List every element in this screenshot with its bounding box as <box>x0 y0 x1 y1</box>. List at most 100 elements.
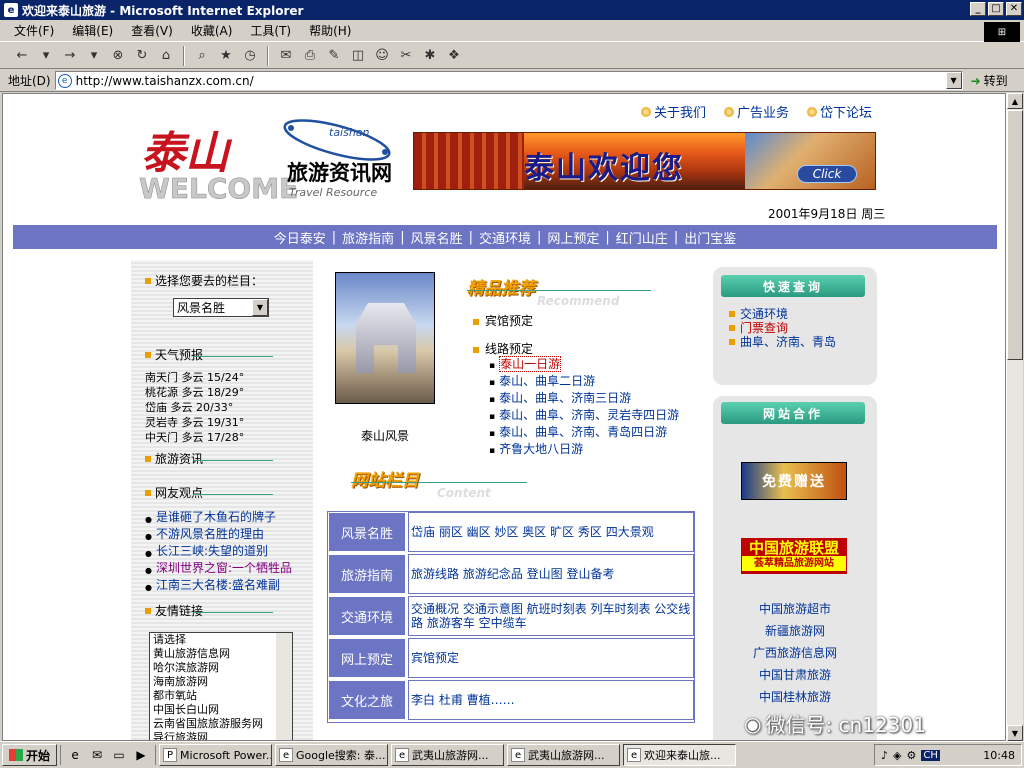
dropdown-icon[interactable]: ▾ <box>84 46 104 66</box>
task-google[interactable]: e Google搜索: 泰... <box>275 744 389 766</box>
list-item[interactable]: ● 不游风景名胜的理由 <box>145 527 311 544</box>
partner-link[interactable]: 新疆旅游网 <box>713 620 877 642</box>
forum-link[interactable]: 岱下论坛 <box>807 102 872 121</box>
address-input[interactable]: e http://www.taishanzx.com.cn/ ▼ <box>54 71 963 90</box>
start-button[interactable]: 开始 <box>2 744 58 766</box>
row-links[interactable]: 交通概况 交通示意图 航班时刻表 列车时刻表 公交线路 旅游客车 空中缆车 <box>408 596 694 636</box>
list-item[interactable]: ● 长江三峡:失望的道别 <box>145 544 311 561</box>
tool-icon[interactable]: ❖ <box>444 46 464 66</box>
route-link[interactable]: ▪ 泰山、曲阜、济南三日游 <box>473 391 679 408</box>
list-item[interactable]: ● 是谁砸了木鱼石的牌子 <box>145 510 311 527</box>
list-item[interactable]: 中国长白山网 <box>153 703 292 717</box>
about-us-link[interactable]: 关于我们 <box>641 102 706 121</box>
route-link[interactable]: ▪ 泰山、曲阜、济南、灵岩寺四日游 <box>473 408 679 425</box>
list-item[interactable]: 哈尔滨旅游网 <box>153 661 292 675</box>
go-button[interactable]: ➜ 转到 <box>971 72 1008 89</box>
desktop-icon[interactable]: ▭ <box>109 745 129 765</box>
forward-icon[interactable]: → <box>60 46 80 66</box>
task-powerpoint[interactable]: P Microsoft Power... <box>159 744 273 766</box>
free-gift-ad[interactable]: 免费赠送 <box>741 462 847 500</box>
list-item[interactable]: 请选择 <box>153 633 292 647</box>
advertising-link[interactable]: 广告业务 <box>724 102 789 121</box>
nav-travel-tips[interactable]: 出门宝鉴 <box>684 228 736 247</box>
search-icon[interactable]: ⌕ <box>192 46 212 66</box>
list-item[interactable]: ● 江南三大名楼:盛名难副 <box>145 578 311 595</box>
nav-transport[interactable]: 交通环境 <box>479 228 531 247</box>
row-label[interactable]: 旅游指南 <box>328 554 406 594</box>
row-links[interactable]: 李白 杜甫 曹植…… <box>408 680 694 720</box>
route-link[interactable]: ▪ 齐鲁大地八日游 <box>473 442 679 459</box>
listbox-scrollbar[interactable] <box>276 633 292 740</box>
list-item[interactable]: 导行旅游网 <box>153 731 292 740</box>
tool-icon[interactable]: ✱ <box>420 46 440 66</box>
row-label[interactable]: 风景名胜 <box>328 512 406 552</box>
ie-icon[interactable]: e <box>65 745 85 765</box>
history-icon[interactable]: ◷ <box>240 46 260 66</box>
tool-icon[interactable]: ✂ <box>396 46 416 66</box>
row-label[interactable]: 文化之旅 <box>328 680 406 720</box>
language-indicator[interactable]: CH <box>921 749 940 761</box>
nav-booking[interactable]: 网上预定 <box>547 228 599 247</box>
home-icon[interactable]: ⌂ <box>156 46 176 66</box>
nav-scenic[interactable]: 风景名胜 <box>411 228 463 247</box>
scroll-down-icon[interactable]: ▼ <box>1007 725 1023 741</box>
quick-link[interactable]: 门票查询 <box>729 321 836 335</box>
route-link[interactable]: ▪ 泰山、曲阜、济南、青岛四日游 <box>473 425 679 442</box>
favorites-icon[interactable]: ★ <box>216 46 236 66</box>
back-icon[interactable]: ← <box>12 46 32 66</box>
quick-link[interactable]: 交通环境 <box>729 307 836 321</box>
task-taishan[interactable]: e 欢迎来泰山旅... <box>623 744 737 766</box>
route-booking-heading[interactable]: 线路预定 <box>473 342 679 357</box>
section-select[interactable]: 风景名胜 ▼ <box>173 298 269 317</box>
address-url[interactable]: http://www.taishanzx.com.cn/ <box>76 74 254 88</box>
menu-tools[interactable]: 工具(T) <box>250 22 291 39</box>
discuss-icon[interactable]: ◫ <box>348 46 368 66</box>
menu-view[interactable]: 查看(V) <box>131 22 173 39</box>
messenger-icon[interactable]: ☺ <box>372 46 392 66</box>
stop-icon[interactable]: ⊗ <box>108 46 128 66</box>
nav-guide[interactable]: 旅游指南 <box>342 228 394 247</box>
list-item[interactable]: 海南旅游网 <box>153 675 292 689</box>
partner-link[interactable]: 中国旅游超市 <box>713 598 877 620</box>
maximize-button[interactable]: □ <box>988 2 1004 16</box>
dropdown-icon[interactable]: ▾ <box>36 46 56 66</box>
china-travel-alliance-ad[interactable]: 中国旅游联盟 荟萃精品旅游网站 <box>741 538 847 574</box>
taishan-photo[interactable] <box>335 272 435 404</box>
row-label[interactable]: 交通环境 <box>328 596 406 636</box>
menu-file[interactable]: 文件(F) <box>14 22 54 39</box>
volume-icon[interactable]: ♪ <box>881 749 888 762</box>
quick-link[interactable]: 曲阜、济南、青岛 <box>729 335 836 349</box>
close-button[interactable]: ✕ <box>1006 2 1022 16</box>
task-wuyishan-2[interactable]: e 武夷山旅游网... <box>507 744 621 766</box>
address-dropdown-icon[interactable]: ▼ <box>945 72 962 89</box>
list-item[interactable]: 黄山旅游信息网 <box>153 647 292 661</box>
partner-link[interactable]: 中国甘肃旅游 <box>713 664 877 686</box>
friend-links-listbox[interactable]: 请选择 黄山旅游信息网 哈尔滨旅游网 海南旅游网 都市氧站 中国长白山网 云南省… <box>149 632 293 740</box>
menu-favorites[interactable]: 收藏(A) <box>191 22 233 39</box>
scroll-up-icon[interactable]: ▲ <box>1007 93 1023 109</box>
partner-link[interactable]: 中国桂林旅游 <box>713 686 877 708</box>
edit-icon[interactable]: ✎ <box>324 46 344 66</box>
row-links[interactable]: 岱庙 丽区 幽区 妙区 奥区 旷区 秀区 四大景观 <box>408 512 694 552</box>
site-logo[interactable]: 泰山 WELCOME taishan 旅游资讯网 Travel Resource <box>137 118 407 205</box>
nav-hongmen[interactable]: 红门山庄 <box>616 228 668 247</box>
row-links[interactable]: 旅游线路 旅游纪念品 登山图 登山备考 <box>408 554 694 594</box>
partner-link[interactable]: 广西旅游信息网 <box>713 642 877 664</box>
print-icon[interactable]: ⎙ <box>300 46 320 66</box>
welcome-banner[interactable]: 泰山欢迎您 Click <box>413 132 876 190</box>
list-item[interactable]: 云南省国旅旅游服务网 <box>153 717 292 731</box>
media-icon[interactable]: ▶ <box>131 745 151 765</box>
nav-today[interactable]: 今日泰安 <box>274 228 326 247</box>
route-link[interactable]: ▪ 泰山一日游 <box>473 356 679 374</box>
shield-icon[interactable]: ◈ <box>893 749 901 762</box>
refresh-icon[interactable]: ↻ <box>132 46 152 66</box>
task-wuyishan-1[interactable]: e 武夷山旅游网... <box>391 744 505 766</box>
list-item[interactable]: 都市氧站 <box>153 689 292 703</box>
list-item[interactable]: ● 深圳世界之窗:一个牺牲品 <box>145 561 311 578</box>
menu-help[interactable]: 帮助(H) <box>309 22 351 39</box>
route-link[interactable]: ▪ 泰山、曲阜二日游 <box>473 374 679 391</box>
network-icon[interactable]: ⚙ <box>907 749 917 762</box>
scroll-thumb[interactable] <box>1007 110 1023 360</box>
hotel-booking-link[interactable]: 宾馆预定 <box>473 314 679 329</box>
row-links[interactable]: 宾馆预定 <box>408 638 694 678</box>
